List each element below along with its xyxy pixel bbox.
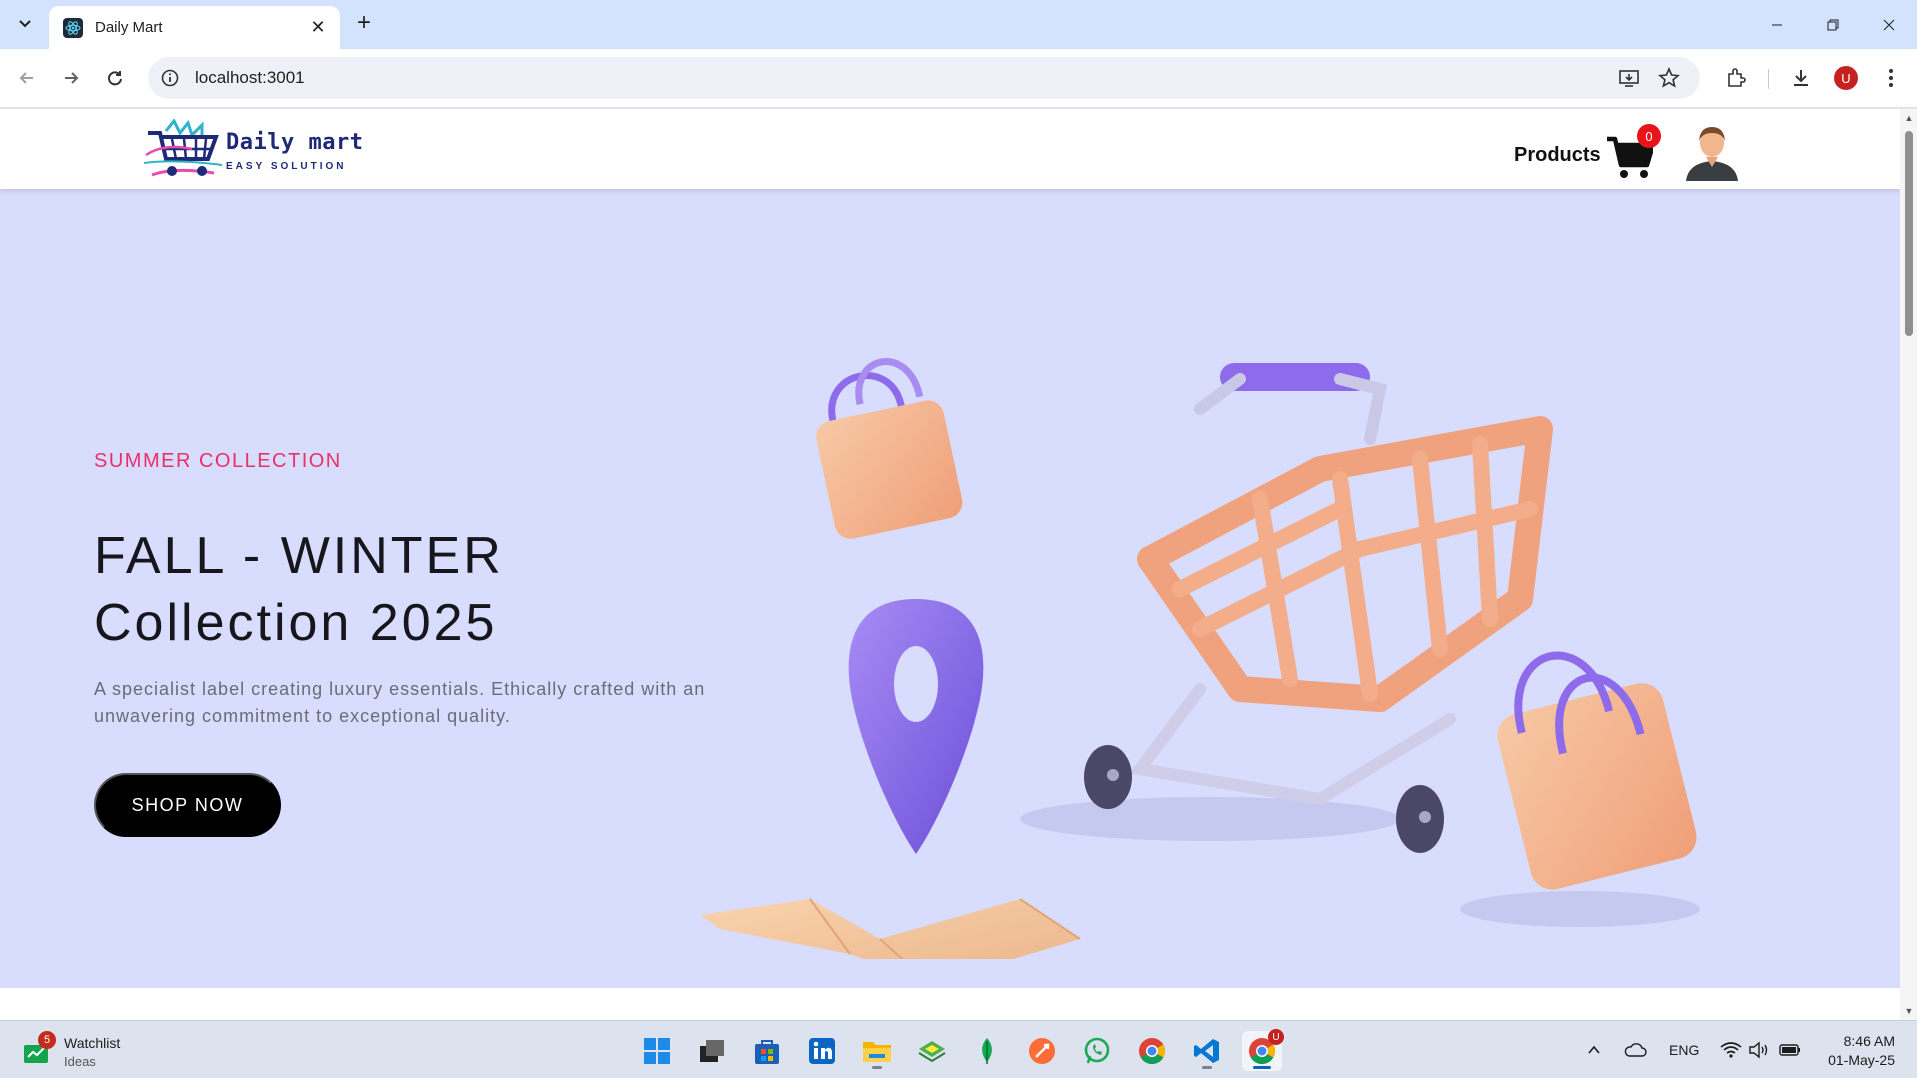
wifi-icon[interactable] [1720, 1021, 1742, 1078]
clock-date: 01-May-25 [1828, 1052, 1895, 1068]
download-icon[interactable] [1787, 64, 1815, 92]
url-text: localhost:3001 [195, 68, 305, 87]
tab-title: Daily Mart [95, 19, 163, 36]
profile-button[interactable]: U [1832, 64, 1860, 92]
address-bar[interactable]: localhost:3001 [148, 57, 1700, 99]
windows-start-icon[interactable] [637, 1031, 677, 1071]
star-icon[interactable] [1658, 66, 1680, 89]
site-logo[interactable]: Daily mart EASY SOLUTION [144, 119, 374, 185]
shop-now-button[interactable]: SHOP NOW [94, 773, 281, 837]
window-controls [1749, 0, 1917, 49]
close-icon[interactable]: ✕ [308, 17, 328, 37]
watchlist-widget[interactable]: 5 Watchlist Ideas [22, 1031, 182, 1071]
file-explorer-icon[interactable] [857, 1031, 897, 1071]
nav-products-link[interactable]: Products [1514, 144, 1601, 167]
cart-count-badge: 0 [1637, 124, 1661, 148]
hero-title: FALL - WINTER Collection 2025 [94, 523, 504, 657]
whatsapp-icon[interactable] [1077, 1031, 1117, 1071]
page-viewport: Daily mart EASY SOLUTION Products 0 SUMM… [0, 109, 1900, 1020]
install-icon[interactable] [1618, 67, 1640, 89]
hero-description: A specialist label creating luxury essen… [94, 679, 706, 726]
linkedin-icon[interactable] [802, 1031, 842, 1071]
logo-name: Daily mart [226, 130, 364, 155]
language-indicator[interactable]: ENG [1669, 1021, 1699, 1078]
logo-cart-icon [144, 119, 223, 177]
next-section [0, 988, 1900, 1020]
clock-time: 8:46 AM [1843, 1033, 1895, 1049]
vscode-icon[interactable] [1187, 1031, 1227, 1071]
react-favicon [63, 17, 83, 38]
running-indicator [1202, 1066, 1212, 1069]
layers-app-icon[interactable] [912, 1031, 952, 1071]
system-clock[interactable]: 8:46 AM 01-May-25 [1828, 1032, 1895, 1070]
mongodb-icon[interactable] [967, 1031, 1007, 1071]
hero-banner: SUMMER COLLECTION FALL - WINTER Collecti… [0, 189, 1900, 988]
forward-icon[interactable] [56, 63, 86, 93]
chrome-profile-badge: U [1268, 1029, 1284, 1045]
page-scrollbar[interactable]: ▲ ▼ [1900, 109, 1917, 1020]
scroll-thumb[interactable] [1905, 131, 1913, 336]
window-close-icon[interactable] [1861, 0, 1917, 49]
running-indicator [1253, 1066, 1271, 1069]
chrome-profile-icon[interactable]: U [1242, 1029, 1284, 1071]
browser-tab[interactable]: Daily Mart ✕ [49, 6, 340, 49]
hero-eyebrow: SUMMER COLLECTION [94, 450, 342, 472]
volume-icon[interactable] [1748, 1021, 1770, 1078]
running-indicator [872, 1066, 882, 1069]
logo-tagline: EASY SOLUTION [226, 161, 347, 172]
task-view-icon[interactable] [692, 1031, 732, 1071]
info-icon[interactable] [160, 68, 180, 88]
back-icon[interactable] [12, 63, 42, 93]
extensions-icon[interactable] [1722, 64, 1750, 92]
cloud-icon[interactable] [1623, 1021, 1647, 1078]
hero-title-line2: Collection 2025 [94, 594, 498, 652]
minimize-icon[interactable] [1749, 0, 1805, 49]
battery-icon[interactable] [1778, 1021, 1802, 1078]
restore-icon[interactable] [1805, 0, 1861, 49]
tab-search-dropdown-icon[interactable] [10, 8, 40, 38]
scroll-down-icon[interactable]: ▼ [1904, 1006, 1914, 1016]
plus-icon[interactable]: + [352, 10, 376, 36]
chrome-icon[interactable] [1132, 1031, 1172, 1071]
profile-avatar-initial: U [1834, 66, 1858, 90]
hero-shopping-illustration [700, 358, 1700, 959]
widget-title: Watchlist [64, 1035, 121, 1051]
hero-title-line1: FALL - WINTER [94, 527, 504, 585]
toolbar-divider [1768, 69, 1769, 89]
reload-icon[interactable] [100, 63, 130, 93]
chevron-up-icon[interactable] [1586, 1021, 1602, 1078]
more-icon[interactable] [1877, 64, 1905, 92]
postman-icon[interactable] [1022, 1031, 1062, 1071]
store-icon[interactable] [747, 1031, 787, 1071]
browser-toolbar: localhost:3001 U [0, 49, 1917, 108]
tab-strip: Daily Mart ✕ + [0, 0, 1917, 49]
widget-badge: 5 [38, 1031, 56, 1049]
widget-subtitle: Ideas [64, 1054, 96, 1069]
user-avatar-icon[interactable] [1684, 123, 1740, 181]
os-taskbar: 5 Watchlist Ideas U ENG 8:46 AM 01-May-2… [0, 1020, 1917, 1078]
site-header: Daily mart EASY SOLUTION Products 0 [0, 109, 1900, 189]
scroll-up-icon[interactable]: ▲ [1904, 113, 1914, 123]
